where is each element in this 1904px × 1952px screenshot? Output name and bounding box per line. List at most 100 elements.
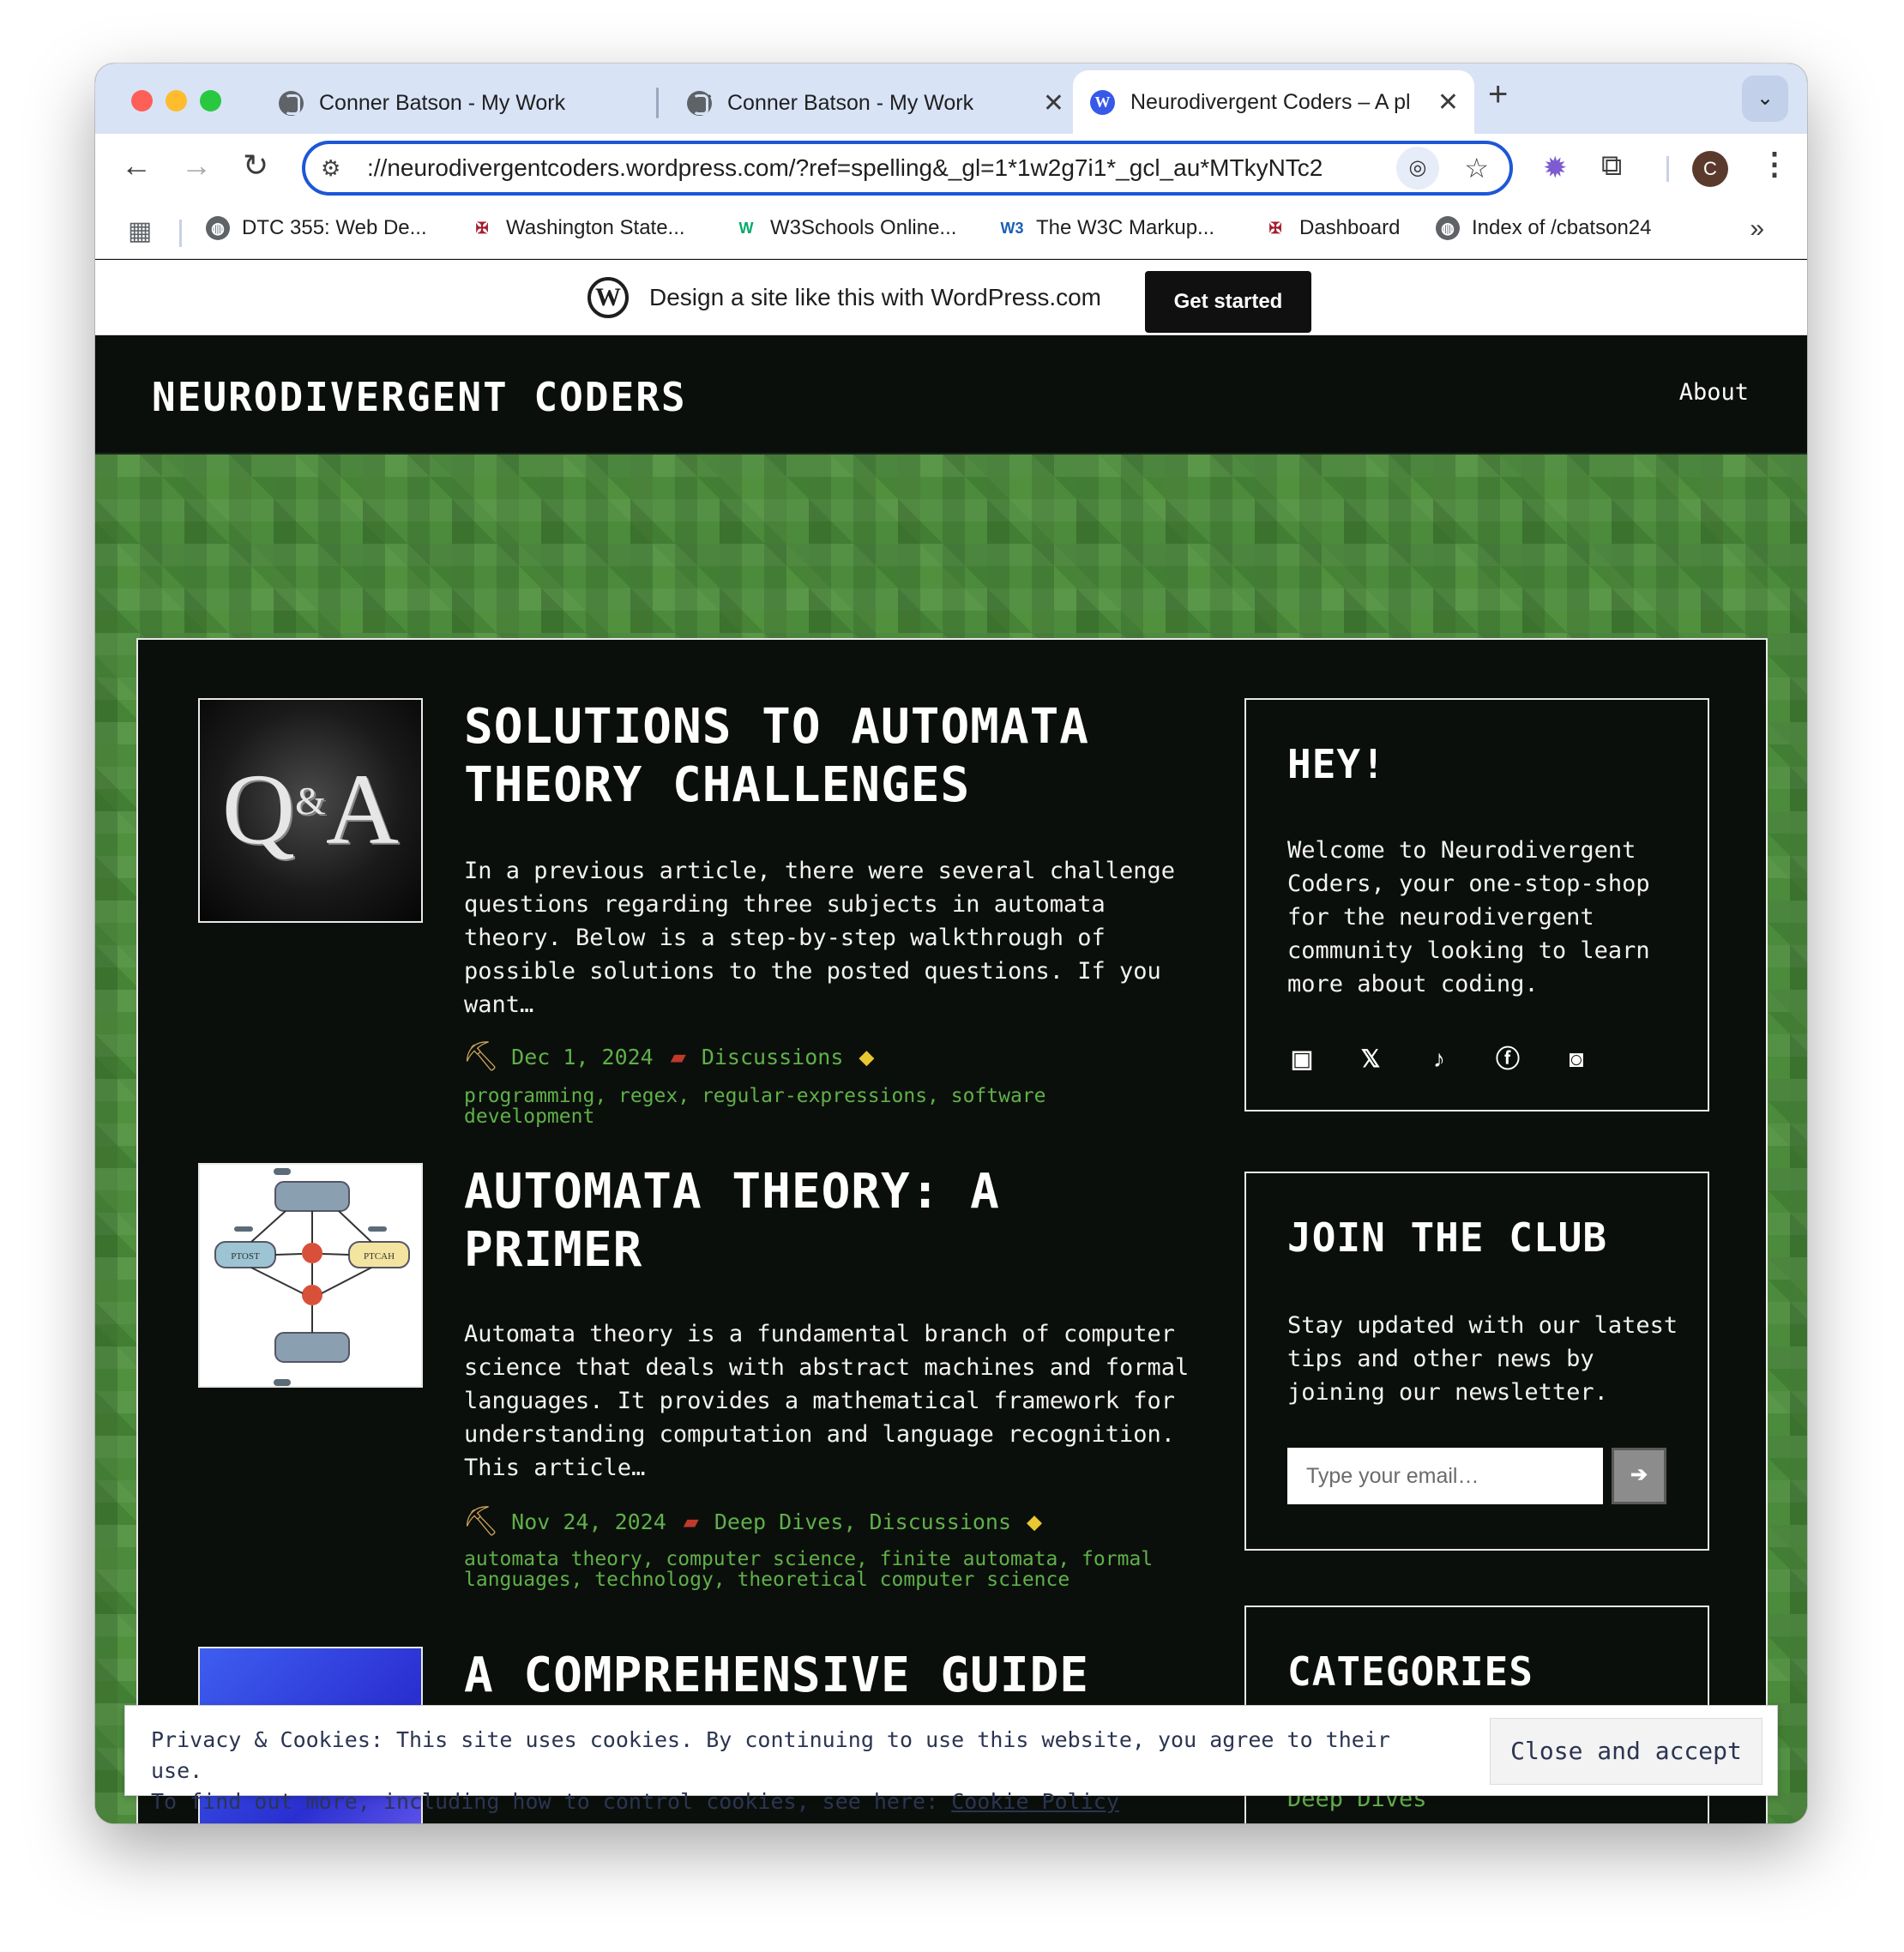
bookmark-item[interactable]: W3 The W3C Markup...	[1000, 216, 1215, 240]
url-text[interactable]: ://neurodivergentcoders.wordpress.com/?r…	[367, 154, 1396, 182]
post-excerpt: Automata theory is a fundamental branch …	[464, 1321, 1190, 1481]
reload-icon[interactable]: ↻	[243, 148, 268, 184]
email-field[interactable]	[1287, 1448, 1603, 1504]
bookmark-label: Washington State...	[506, 216, 685, 239]
post-meta: ⛏ Dec 1, 2024 ▰ Discussions ◆	[462, 1039, 874, 1074]
widget-newsletter: JOIN THE CLUB Stay updated with our late…	[1244, 1172, 1709, 1551]
bookmark-label: DTC 355: Web De...	[242, 216, 427, 239]
widget-title: HEY!	[1287, 741, 1386, 787]
tab-3-active[interactable]: W Neurodivergent Coders – A pl ✕	[1073, 70, 1474, 134]
social-links: ▣ 𝕏 ♪ ⓕ ◙	[1287, 1045, 1630, 1074]
wordpress-icon: W	[1090, 89, 1115, 115]
browser-toolbar: ← → ↻ ⚙ ://neurodivergentcoders.wordpres…	[95, 134, 1807, 202]
post-title[interactable]: AUTOMATA THEORY: A PRIMER	[464, 1163, 1202, 1280]
widget-text: Stay updated with our latest tips and ot…	[1287, 1312, 1678, 1406]
close-window-button[interactable]	[131, 90, 153, 111]
diagram-label-left: PTOST	[231, 1251, 260, 1262]
nav-item-about[interactable]: About	[1679, 379, 1749, 406]
tab-search-button[interactable]: ⌄	[1742, 75, 1788, 122]
new-tab-button[interactable]: +	[1488, 75, 1508, 114]
cookie-line-1: Privacy & Cookies: This site uses cookie…	[151, 1727, 1390, 1783]
post-date[interactable]: Dec 1, 2024	[511, 1045, 654, 1069]
wsu-icon: ✠	[475, 220, 489, 237]
wordpress-banner: W Design a site like this with WordPress…	[95, 260, 1807, 335]
subscribe-arrow-button[interactable]: ➔	[1612, 1448, 1666, 1504]
bookmark-item[interactable]: W W3Schools Online...	[734, 216, 957, 240]
tab-1[interactable]: Conner Batson - My Work ✕	[267, 72, 730, 134]
banner-text[interactable]: Design a site like this with WordPress.c…	[649, 284, 1101, 311]
apps-grid-icon[interactable]: ▦	[128, 216, 152, 246]
extension-gear-icon[interactable]: ✹	[1543, 151, 1568, 185]
tab-2[interactable]: Conner Batson - My Work ✕	[675, 72, 1138, 134]
w3c-icon: W3	[1000, 220, 1024, 237]
site-title[interactable]: NEURODIVERGENT CODERS	[152, 374, 687, 420]
pickaxe-icon: ⛏	[462, 1504, 500, 1539]
content-panel: Q&A SOLUTIONS TO AUTOMATA THEORY CHALLEN…	[136, 638, 1768, 1823]
post-tags[interactable]: programming, regex, regular-expressions,…	[464, 1086, 1184, 1127]
tab-bar: Conner Batson - My Work ✕ Conner Batson …	[95, 63, 1807, 134]
post-categories[interactable]: Discussions	[702, 1045, 844, 1069]
instagram-icon[interactable]: ◙	[1562, 1045, 1591, 1074]
menu-kebab-icon[interactable]: ⋮	[1759, 146, 1790, 182]
post-categories[interactable]: Deep Dives, Discussions	[714, 1509, 1011, 1534]
book-icon: ▰	[670, 1041, 686, 1072]
extensions-puzzle-icon[interactable]: ⧉	[1601, 149, 1622, 183]
google-lens-icon[interactable]: ◎	[1396, 147, 1439, 190]
bookmark-item[interactable]: ◍ Index of /cbatson24	[1436, 216, 1651, 240]
bookmarks-divider	[179, 220, 182, 247]
post-date[interactable]: Nov 24, 2024	[511, 1509, 666, 1534]
bookmark-item[interactable]: ✠ Dashboard	[1263, 216, 1400, 240]
twitch-icon[interactable]: ▣	[1287, 1045, 1317, 1074]
site-header: NEURODIVERGENT CODERS About	[95, 336, 1807, 455]
forward-arrow-icon[interactable]: →	[181, 148, 212, 184]
post-tags[interactable]: automata theory, computer science, finit…	[464, 1549, 1184, 1590]
zoom-window-button[interactable]	[200, 90, 221, 111]
wordpress-logo-icon[interactable]: W	[587, 277, 629, 318]
tab-divider	[656, 87, 659, 118]
post-thumbnail[interactable]: PTOST PTCAH	[198, 1163, 423, 1388]
profile-avatar[interactable]: C	[1692, 151, 1728, 187]
widget-hey: HEY! Welcome to Neurodivergent Coders, y…	[1244, 698, 1709, 1112]
bookmark-item[interactable]: ✠ Washington State...	[470, 216, 685, 240]
widget-title: JOIN THE CLUB	[1287, 1214, 1608, 1261]
gold-ingot-icon: ◆	[859, 1041, 875, 1072]
address-bar[interactable]: ⚙ ://neurodivergentcoders.wordpress.com/…	[302, 141, 1513, 196]
cookie-line-2: To find out more, including how to contr…	[151, 1786, 1455, 1817]
cookie-message: Privacy & Cookies: This site uses cookie…	[151, 1725, 1455, 1817]
tab-title: Neurodivergent Coders – A pl	[1130, 89, 1411, 114]
bookmark-label: W3Schools Online...	[770, 216, 957, 239]
post-title[interactable]: A COMPREHENSIVE GUIDE	[464, 1647, 1202, 1705]
globe-icon: ◍	[1436, 216, 1460, 240]
globe-icon	[687, 90, 712, 116]
get-started-button[interactable]: Get started	[1145, 271, 1311, 333]
book-icon: ▰	[683, 1506, 699, 1537]
browser-window: Conner Batson - My Work ✕ Conner Batson …	[95, 63, 1807, 1823]
close-tab-icon[interactable]: ✕	[1437, 87, 1459, 117]
automata-diagram-image: PTOST PTCAH	[214, 1168, 410, 1386]
more-bookmarks-chevron-icon[interactable]: »	[1750, 214, 1764, 244]
x-icon[interactable]: 𝕏	[1356, 1045, 1385, 1074]
cookie-policy-link[interactable]: Cookie Policy	[951, 1789, 1119, 1814]
post-title[interactable]: SOLUTIONS TO AUTOMATA THEORY CHALLENGES	[464, 698, 1202, 815]
pickaxe-icon: ⛏	[462, 1039, 500, 1074]
bookmark-label: Dashboard	[1299, 216, 1401, 239]
bookmark-label: The W3C Markup...	[1036, 216, 1215, 239]
bookmark-item[interactable]: ◍ DTC 355: Web De...	[206, 216, 427, 240]
bookmark-star-icon[interactable]: ☆	[1464, 152, 1489, 184]
cookie-banner: Privacy & Cookies: This site uses cookie…	[124, 1705, 1778, 1814]
tab-title: Conner Batson - My Work	[727, 90, 974, 115]
site-info-icon[interactable]: ⚙	[321, 155, 345, 182]
back-arrow-icon[interactable]: ←	[121, 148, 152, 184]
post-excerpt: In a previous article, there were severa…	[464, 858, 1176, 1018]
thumbnail-qa-text: Q&A	[221, 753, 400, 865]
facebook-icon[interactable]: ⓕ	[1493, 1045, 1522, 1074]
bookmarks-bar: ▦ ◍ DTC 355: Web De... ✠ Washington Stat…	[95, 202, 1807, 259]
post-thumbnail[interactable]: Q&A	[198, 698, 423, 923]
close-tab-icon[interactable]: ✕	[1043, 88, 1064, 118]
widget-text: Welcome to Neurodivergent Coders, your o…	[1287, 837, 1650, 997]
w3schools-icon: W	[738, 220, 754, 237]
gold-ingot-icon: ◆	[1027, 1506, 1043, 1537]
tiktok-icon[interactable]: ♪	[1425, 1045, 1454, 1074]
close-and-accept-button[interactable]: Close and accept	[1490, 1718, 1762, 1785]
minimize-window-button[interactable]	[166, 90, 187, 111]
